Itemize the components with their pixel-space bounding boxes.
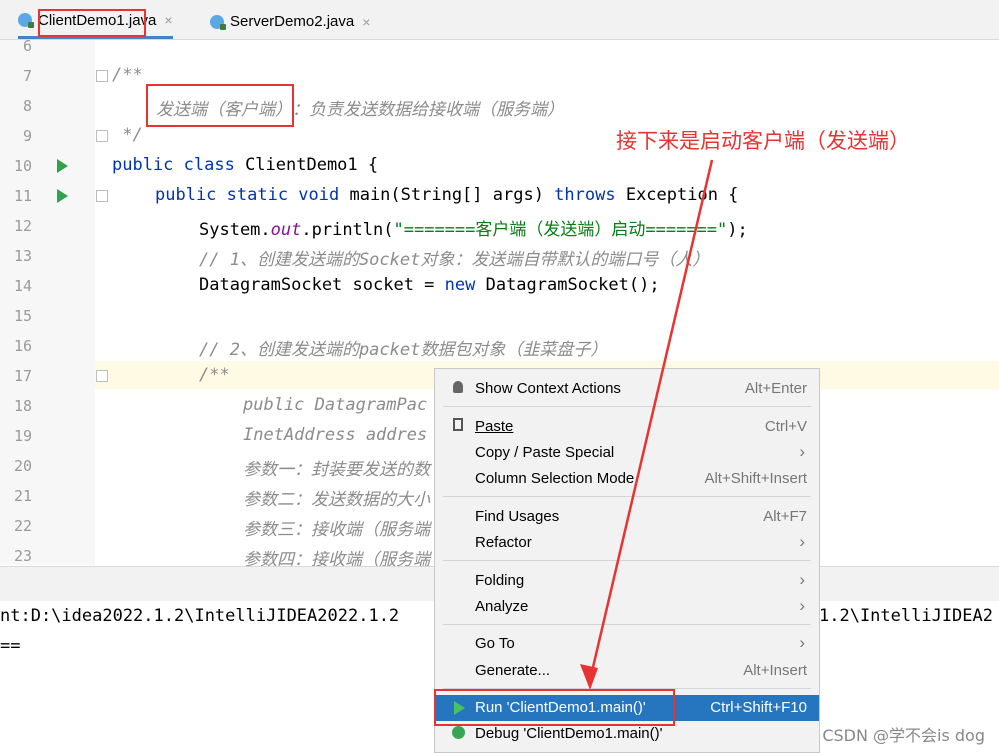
watermark: CSDN @学不会is dog — [822, 726, 985, 745]
annotation-text: 接下来是启动客户端（发送端） — [616, 129, 910, 153]
annotation-arrow — [580, 159, 714, 690]
arrow-line — [588, 159, 714, 681]
arrow-head — [580, 664, 598, 690]
